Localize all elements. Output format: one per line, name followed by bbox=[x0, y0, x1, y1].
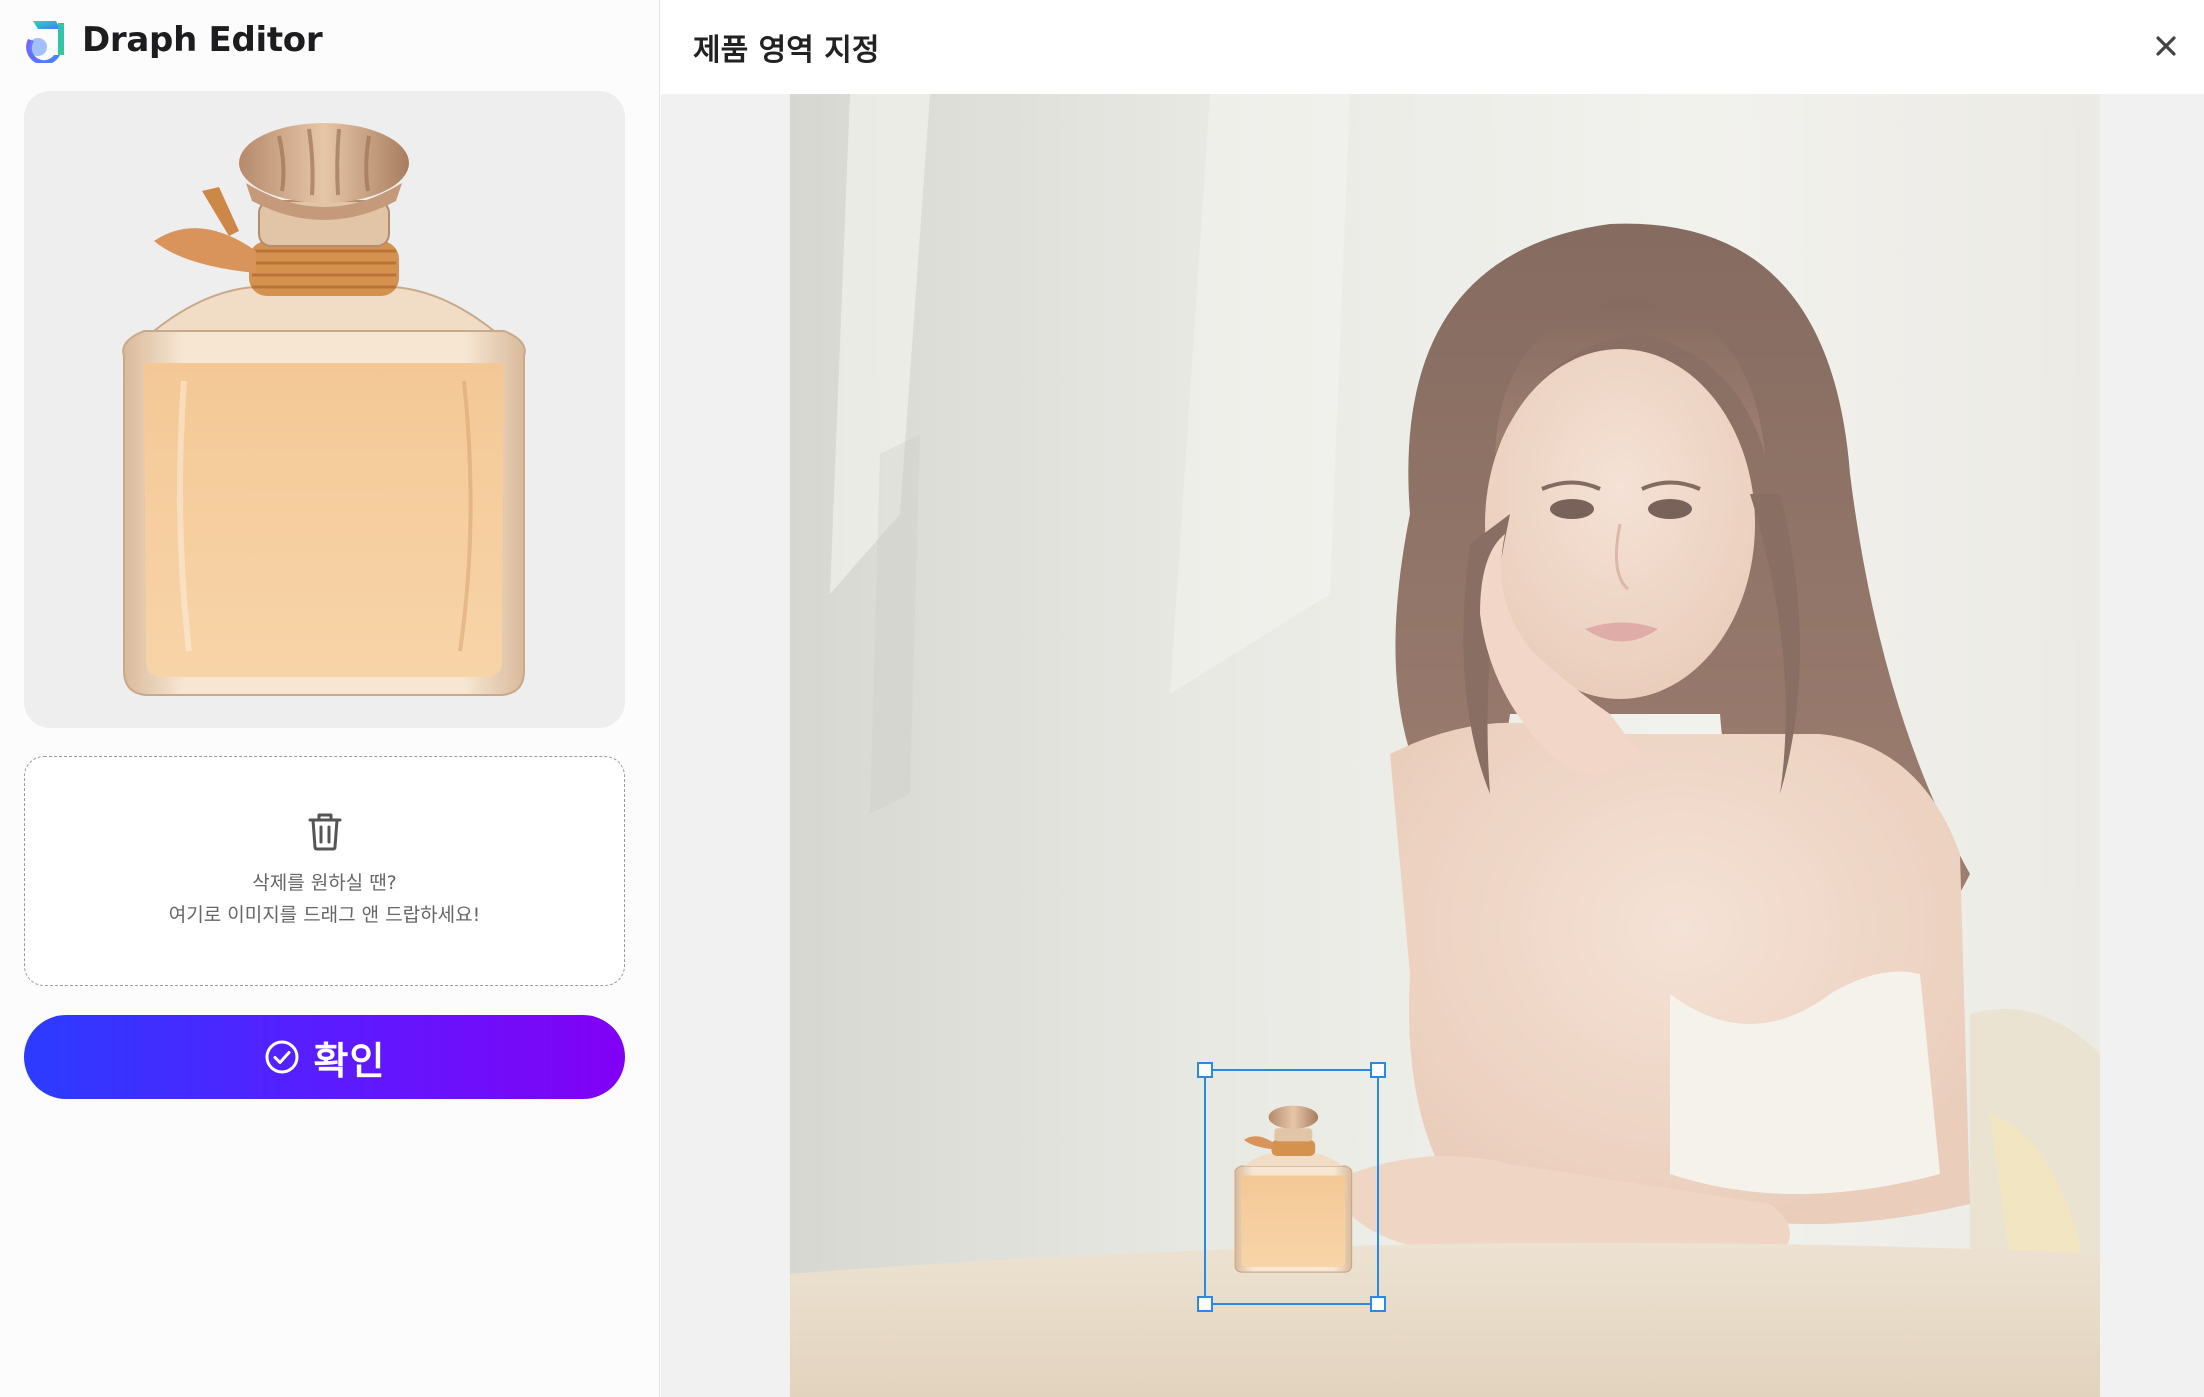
product-area-panel: 제품 영역 지정 bbox=[661, 0, 2204, 1397]
dropzone-text-line2: 여기로 이미지를 드래그 앤 드랍하세요! bbox=[168, 904, 481, 926]
perfume-bottle-image bbox=[122, 123, 526, 696]
placed-product-image bbox=[1234, 1105, 1353, 1273]
product-thumbnail[interactable] bbox=[24, 91, 625, 728]
confirm-button[interactable]: 확인 bbox=[24, 1015, 625, 1099]
sidebar: Draph Editor 삭제를 원하실 땐? 여기로 이미지를 드래그 앤 드… bbox=[0, 0, 660, 1397]
resize-handle-top-left[interactable] bbox=[1197, 1062, 1213, 1078]
brand-name: Draph Editor bbox=[82, 20, 323, 60]
dropzone-text-line1: 삭제를 원하실 땐? bbox=[252, 872, 397, 894]
product-selection-box[interactable] bbox=[1197, 1062, 1386, 1312]
check-circle-icon bbox=[265, 1040, 299, 1074]
brand: Draph Editor bbox=[24, 16, 323, 64]
close-icon bbox=[2156, 36, 2176, 56]
delete-dropzone[interactable]: 삭제를 원하실 땐? 여기로 이미지를 드래그 앤 드랍하세요! bbox=[24, 756, 625, 986]
trash-icon bbox=[308, 813, 341, 851]
woman-portrait-with-product bbox=[790, 94, 2100, 1397]
close-button[interactable] bbox=[2146, 26, 2186, 66]
panel-header: 제품 영역 지정 bbox=[661, 0, 2204, 94]
draph-logo-icon bbox=[26, 21, 64, 63]
resize-handle-bottom-left[interactable] bbox=[1197, 1296, 1213, 1312]
panel-title: 제품 영역 지정 bbox=[693, 33, 880, 68]
resize-handle-bottom-right[interactable] bbox=[1370, 1296, 1386, 1312]
editor-canvas[interactable] bbox=[790, 94, 2100, 1397]
confirm-label: 확인 bbox=[313, 1040, 386, 1083]
resize-handle-top-right[interactable] bbox=[1370, 1062, 1386, 1078]
